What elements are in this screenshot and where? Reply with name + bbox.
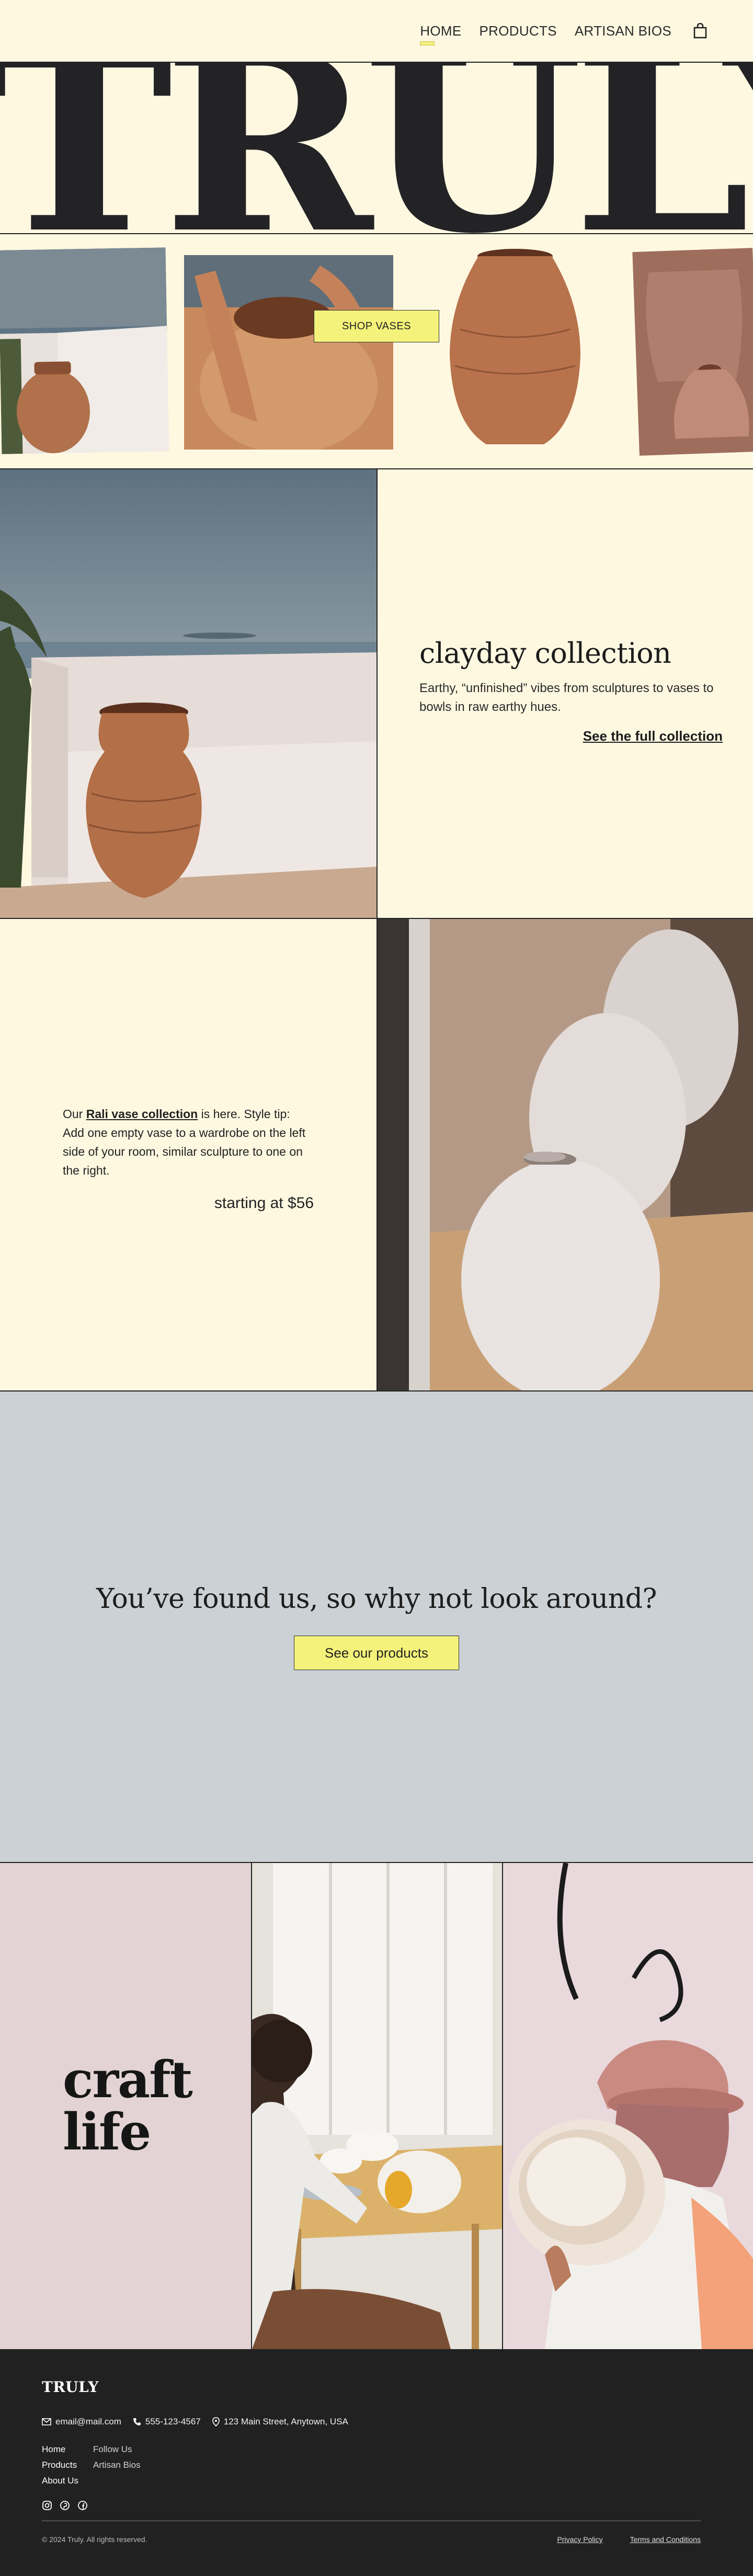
footer-link-follow-us[interactable]: Follow Us [93,2442,141,2457]
footer-address: 123 Main Street, Anytown, USA [212,2417,348,2427]
footer-link-artisan-bios[interactable]: Artisan Bios [93,2457,141,2473]
rali-section: Our Rali vase collection is here. Style … [0,919,753,1392]
see-our-products-button[interactable]: See our products [294,1636,459,1670]
product-strip: SHOP VASES [0,234,753,469]
craft-heading-line2: life [63,2102,151,2161]
footer-contact: email@mail.com 555-123-4567 123 Main Str… [42,2417,711,2427]
shopping-bag-icon[interactable] [692,22,708,40]
hands-pot-image [184,255,393,450]
rali-collection-link[interactable]: Rali vase collection [86,1107,198,1121]
craft-life-panel: craft life [0,1863,251,2349]
hero-title: TRULY [0,62,753,234]
terracotta-vase-image [439,246,591,455]
clay-vases-pair-image [632,248,753,456]
nav-home[interactable]: HOME [420,23,461,45]
copyright-text: © 2024 Truly. All rights reserved. [42,2535,147,2544]
footer-links-col1: Home Products About Us [42,2442,78,2489]
clayday-heading: clayday collection [419,637,671,670]
clayday-image [0,469,376,918]
footer-email[interactable]: email@mail.com [42,2417,121,2427]
pinterest-icon[interactable] [60,2500,70,2511]
footer-link-home[interactable]: Home [42,2442,78,2457]
white-vases-image [376,919,753,1390]
rali-intro: Our [63,1107,83,1121]
terms-link[interactable]: Terms and Conditions [630,2535,701,2544]
facebook-icon[interactable] [77,2500,88,2511]
footer-social [42,2500,711,2511]
footer-logo[interactable]: TRULY [42,2378,711,2396]
location-pin-icon [212,2417,220,2426]
footer-phone[interactable]: 555-123-4567 [133,2417,201,2427]
footer-link-products[interactable]: Products [42,2457,78,2473]
clayday-section: clayday collection Earthy, “unfinished” … [0,469,753,919]
mail-icon [42,2418,51,2425]
craft-heading-line1: craft [63,2050,193,2109]
phone-icon [133,2418,141,2425]
craft-life-section: craft life [0,1863,753,2349]
privacy-policy-link[interactable]: Privacy Policy [557,2535,602,2544]
footer-links: Home Products About Us Follow Us Artisan… [42,2442,711,2489]
clayday-copy-panel: clayday collection Earthy, “unfinished” … [376,469,753,918]
rali-copy-panel: Our Rali vase collection is here. Style … [0,919,376,1390]
footer-address-text: 123 Main Street, Anytown, USA [223,2417,348,2426]
artisan-painting-image [251,1863,502,2349]
craft-life-heading: craft life [63,2054,230,2158]
site-footer: TRULY email@mail.com 555-123-4567 123 Ma… [0,2349,753,2576]
legal-links: Privacy Policy Terms and Conditions [557,2535,701,2544]
top-nav: HOME PRODUCTS ARTISAN BIOS [0,0,753,62]
nav-products[interactable]: PRODUCTS [480,23,557,39]
footer-links-col2: Follow Us Artisan Bios [93,2442,141,2489]
shop-vases-button[interactable]: SHOP VASES [314,310,439,342]
rali-description: Our Rali vase collection is here. Style … [63,1105,314,1180]
see-full-collection-link[interactable]: See the full collection [419,728,723,744]
hero-banner: TRULY [0,62,753,234]
clayday-description: Earthy, “unfinished” vibes from sculptur… [419,681,714,714]
instagram-icon[interactable] [42,2500,52,2511]
vase-balcony-image [0,247,169,454]
footer-phone-text: 555-123-4567 [145,2417,201,2426]
footer-bottom: © 2024 Truly. All rights reserved. Priva… [42,2535,701,2544]
footer-email-text: email@mail.com [55,2417,121,2426]
artisan-bowls-image [502,1863,753,2349]
rali-price: starting at $56 [214,1194,314,1212]
nav-artisan-bios[interactable]: ARTISAN BIOS [575,23,671,39]
cta-heading: You’ve found us, so why not look around? [96,1583,657,1615]
footer-link-about-us[interactable]: About Us [42,2473,78,2489]
cta-section: You’ve found us, so why not look around?… [0,1392,753,1863]
